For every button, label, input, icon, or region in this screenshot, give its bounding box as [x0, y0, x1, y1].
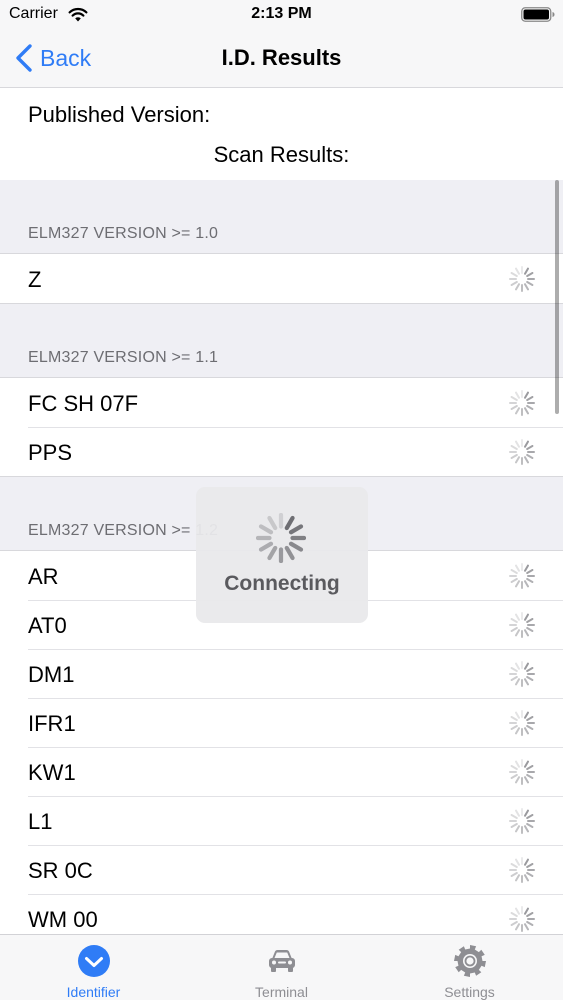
status-bar: Carrier 2:13 PM [0, 0, 563, 30]
hud-label: Connecting [224, 572, 340, 595]
list-item[interactable]: DM1 [0, 649, 563, 698]
list-item[interactable]: WM 00 [0, 894, 563, 934]
list-item[interactable]: FC SH 07F [0, 378, 563, 427]
checkmark-circle-icon [78, 945, 110, 977]
scroll-indicator[interactable] [555, 180, 559, 414]
spinner-icon [509, 759, 535, 785]
spinner-icon [509, 906, 535, 932]
item-label: AT0 [28, 613, 67, 638]
item-label: KW1 [28, 760, 76, 785]
spinner-icon [509, 710, 535, 736]
car-icon [269, 950, 295, 972]
status-time: 2:13 PM [251, 5, 312, 22]
list-item[interactable]: PPS [0, 427, 563, 476]
battery-icon [521, 7, 555, 22]
list-group: Z [0, 253, 563, 304]
published-version-label: Published Version: [28, 102, 211, 127]
section-header-label: ELM327 VERSION >= 1.1 [28, 349, 219, 366]
spinner-icon [509, 857, 535, 883]
navigation-bar: Back I.D. Results [0, 30, 563, 88]
list-item[interactable]: L1 [0, 796, 563, 845]
gear-icon [454, 945, 486, 977]
item-label: WM 00 [28, 907, 98, 932]
spinner-icon [509, 808, 535, 834]
spinner-icon [509, 390, 535, 416]
tab-label: Identifier [66, 984, 121, 1000]
tab-label: Settings [444, 984, 495, 1000]
spinner-icon [509, 661, 535, 687]
tab-label: Terminal [255, 984, 308, 1000]
item-label: SR 0C [28, 858, 93, 883]
connecting-hud: Connecting [196, 487, 368, 623]
tab-bar: Identifier Terminal Settings [0, 934, 563, 1000]
spinner-icon [256, 513, 306, 563]
page-title: I.D. Results [221, 45, 342, 70]
item-label: FC SH 07F [28, 391, 139, 416]
scan-results-label: Scan Results: [213, 142, 350, 167]
item-label: AR [28, 564, 59, 589]
section-header: ELM327 VERSION >= 1.1 [0, 304, 563, 377]
spinner-icon [509, 439, 535, 465]
tab-terminal[interactable]: Terminal [188, 935, 375, 1000]
item-label: Z [28, 267, 42, 292]
tab-settings[interactable]: Settings [376, 935, 563, 1000]
spinner-icon [509, 563, 535, 589]
spinner-icon [509, 612, 535, 638]
list-item[interactable]: IFR1 [0, 698, 563, 747]
list-item[interactable]: SR 0C [0, 845, 563, 894]
item-label: IFR1 [28, 711, 76, 736]
info-section: Published Version: Scan Results: [0, 88, 563, 180]
tab-identifier[interactable]: Identifier [0, 935, 187, 1000]
section-header-label: ELM327 VERSION >= 1.0 [28, 225, 219, 242]
list-group: FC SH 07F PPS [0, 377, 563, 477]
list-item[interactable]: Z [0, 254, 563, 303]
item-label: DM1 [28, 662, 75, 687]
item-label: L1 [28, 809, 53, 834]
item-label: PPS [28, 440, 73, 465]
section-header-label: ELM327 VERSION >= 1.2 [28, 522, 219, 539]
list-item[interactable]: KW1 [0, 747, 563, 796]
spinner-icon [509, 266, 535, 292]
section-header: ELM327 VERSION >= 1.0 [0, 180, 563, 253]
